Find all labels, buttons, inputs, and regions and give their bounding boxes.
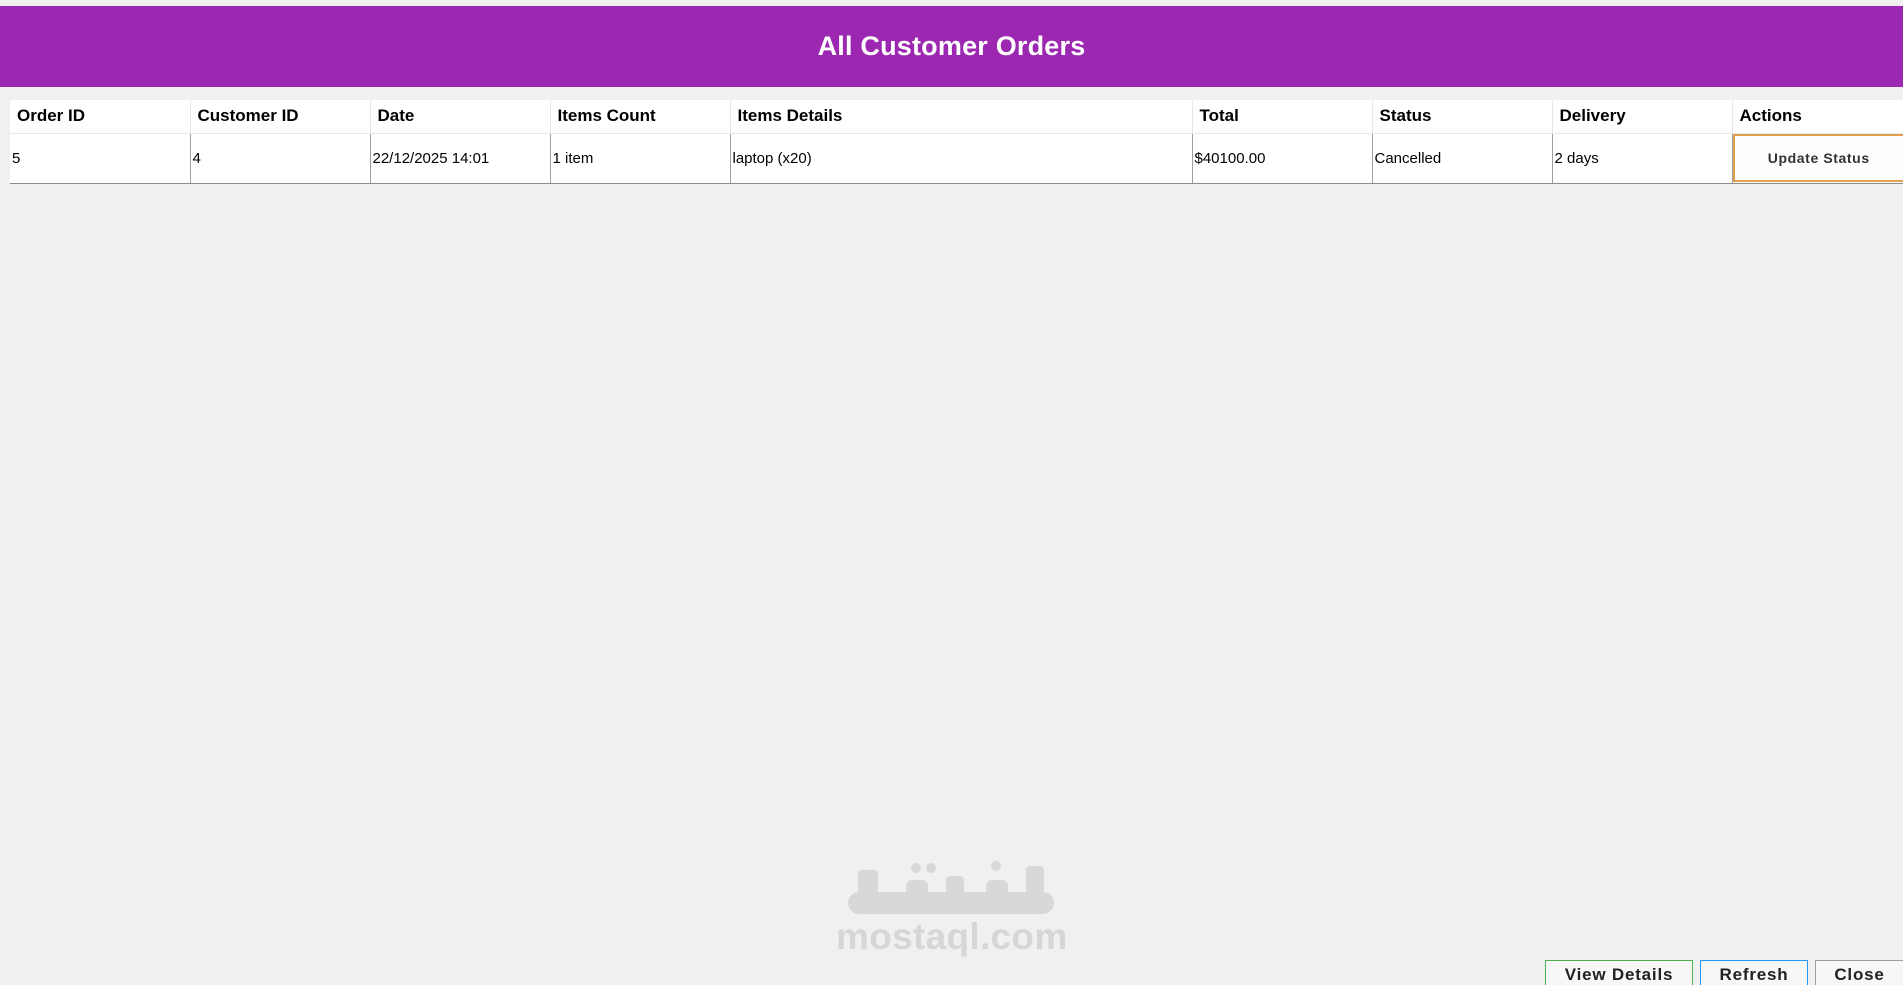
column-header-status[interactable]: Status (1372, 100, 1553, 134)
cell-items-details: laptop (x20) (730, 133, 1193, 184)
update-status-button[interactable]: Update Status (1732, 134, 1903, 182)
cell-total: $40100.00 (1192, 133, 1373, 184)
cell-delivery: 2 days (1552, 133, 1733, 184)
footer-button-bar: View Details Refresh Close (1545, 960, 1903, 985)
column-header-items-details[interactable]: Items Details (730, 100, 1193, 134)
orders-window: All Customer Orders Order ID Customer ID… (0, 0, 1903, 985)
mostaql-logo-icon (848, 861, 1054, 914)
table-row[interactable]: 5 4 22/12/2025 14:01 1 item laptop (x20)… (10, 133, 1903, 184)
cell-customer-id: 4 (190, 133, 371, 184)
refresh-button[interactable]: Refresh (1700, 960, 1808, 985)
view-details-button[interactable]: View Details (1545, 960, 1693, 985)
column-header-customer-id[interactable]: Customer ID (190, 100, 371, 134)
cell-status: Cancelled (1372, 133, 1553, 184)
column-header-actions[interactable]: Actions (1732, 100, 1903, 134)
column-header-delivery[interactable]: Delivery (1552, 100, 1733, 134)
column-header-items-count[interactable]: Items Count (550, 100, 731, 134)
watermark-text: mostaql.com (836, 916, 1068, 957)
close-button[interactable]: Close (1815, 960, 1903, 985)
watermark: mostaql.com (836, 858, 1068, 958)
column-header-order-id[interactable]: Order ID (10, 100, 191, 134)
column-header-total[interactable]: Total (1192, 100, 1373, 134)
cell-order-id: 5 (10, 133, 191, 184)
orders-table: Order ID Customer ID Date Items Count It… (10, 100, 1903, 184)
header-bar: All Customer Orders (0, 6, 1903, 87)
table-header-row: Order ID Customer ID Date Items Count It… (10, 100, 1903, 134)
cell-actions: Update Status (1732, 133, 1903, 184)
column-header-date[interactable]: Date (370, 100, 551, 134)
cell-items-count: 1 item (550, 133, 731, 184)
cell-date: 22/12/2025 14:01 (370, 133, 551, 184)
page-title: All Customer Orders (817, 31, 1086, 61)
